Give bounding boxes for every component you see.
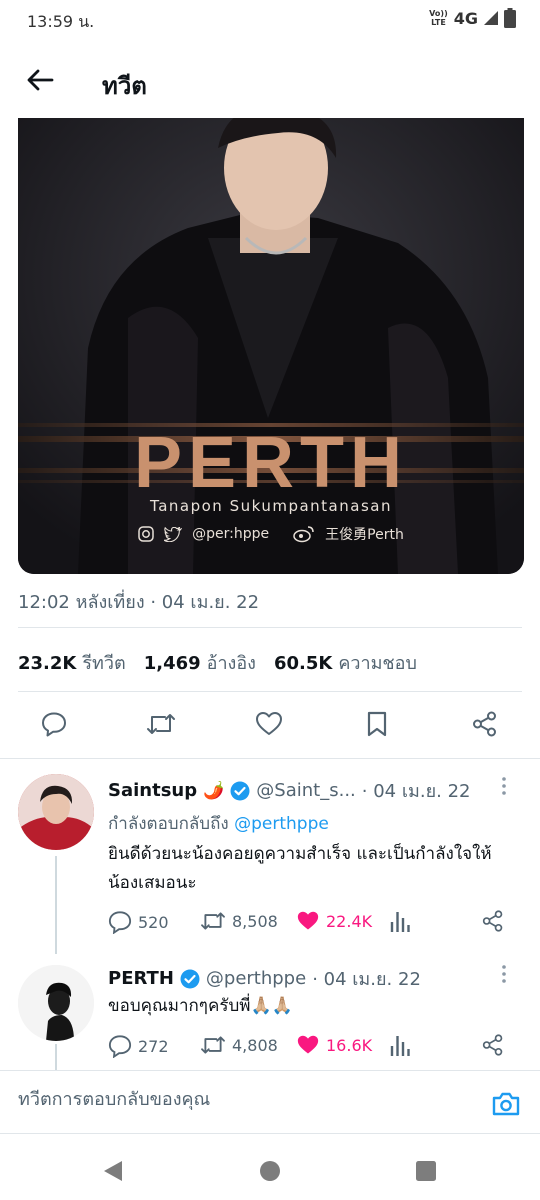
share-button[interactable] <box>482 1034 504 1056</box>
user-handle[interactable]: @perthppe <box>206 968 306 989</box>
analytics-button[interactable] <box>390 1034 410 1056</box>
triangle-back-icon <box>104 1161 122 1181</box>
arrow-left-icon <box>27 69 54 91</box>
bookmark-icon <box>367 711 387 737</box>
poster-handle: @per:hppe <box>192 526 270 542</box>
reply-text: ยินดีด้วยนะน้องคอยดูความสำเร็จ และเป็นกำ… <box>108 844 492 893</box>
camera-button[interactable] <box>489 1087 523 1121</box>
poster-title: PERTH <box>133 423 409 503</box>
signal-icon <box>484 11 498 25</box>
avatar-image <box>18 965 94 1041</box>
nav-recents-button[interactable] <box>411 1156 441 1186</box>
divider <box>18 691 522 692</box>
reply-button[interactable] <box>36 706 72 742</box>
poster-social-row: @per:hppe 王俊勇Perth <box>18 524 524 544</box>
like-count[interactable]: 60.5K ความชอบ <box>274 648 417 677</box>
heart-icon <box>256 712 282 735</box>
poster-weibo: 王俊勇Perth <box>325 527 404 543</box>
status-icons: Vo)) LTE 4G <box>429 8 516 28</box>
square-recents-icon <box>416 1161 436 1181</box>
heart-filled-icon <box>297 1035 319 1054</box>
circle-home-icon <box>260 1161 280 1181</box>
thread-line <box>55 1044 57 1070</box>
reply-count-button[interactable]: 520 <box>108 910 169 934</box>
nav-home-button[interactable] <box>255 1156 285 1186</box>
reply-input[interactable] <box>18 1089 458 1110</box>
volte-icon: Vo)) LTE <box>429 9 448 27</box>
reply-icon <box>42 712 66 737</box>
tweet-media-image[interactable]: PERTH Tanapon Sukumpantanasan @per:hppe … <box>18 118 524 574</box>
more-vertical-icon <box>502 777 506 795</box>
retweet-icon <box>147 714 175 734</box>
reply-text: ขอบคุณมากๆครับพี่🙏🏼🙏🏼 <box>108 996 293 1016</box>
like-count-button[interactable]: 16.6K <box>296 1034 372 1056</box>
instagram-icon <box>138 526 154 542</box>
camera-icon <box>492 1092 520 1116</box>
retweet-icon <box>201 1036 225 1054</box>
heart-filled-icon <box>297 911 319 930</box>
replying-to: กำลังตอบกลับถึง @perthppe <box>108 814 329 834</box>
share-button[interactable] <box>467 706 503 742</box>
more-options-button[interactable] <box>500 776 508 801</box>
divider <box>18 627 522 628</box>
reply-composer <box>0 1070 540 1134</box>
chili-emoji: 🌶️ <box>203 780 225 801</box>
display-name[interactable]: Saintsup <box>108 780 197 801</box>
retweet-count[interactable]: 23.2K รีทวีต <box>18 648 126 677</box>
quote-count[interactable]: 1,469 อ้างอิง <box>144 648 256 677</box>
share-icon <box>482 910 503 932</box>
display-name[interactable]: PERTH <box>108 968 174 989</box>
analytics-icon <box>390 1036 410 1056</box>
retweet-count-button[interactable]: 8,508 <box>200 910 278 932</box>
nav-back-button[interactable] <box>98 1156 128 1186</box>
share-icon <box>473 711 496 737</box>
back-button[interactable] <box>22 62 58 98</box>
like-count-button[interactable]: 22.4K <box>296 910 372 932</box>
retweet-count-button[interactable]: 4,808 <box>200 1034 278 1056</box>
like-button[interactable] <box>251 706 287 742</box>
tweet-timestamp: 12:02 หลังเที่ยง · 04 เม.ย. 22 <box>18 592 260 613</box>
retweet-icon <box>201 912 225 930</box>
twitter-bird-icon <box>164 526 183 542</box>
bookmark-button[interactable] <box>359 706 395 742</box>
analytics-icon <box>390 912 410 932</box>
more-vertical-icon <box>502 965 506 983</box>
avatar[interactable] <box>18 774 94 850</box>
divider <box>0 758 540 759</box>
battery-icon <box>504 8 516 28</box>
status-time: 13:59 น. <box>27 12 95 31</box>
poster-subtitle: Tanapon Sukumpantanasan <box>150 497 392 515</box>
weibo-icon <box>293 526 314 543</box>
reply-date: · 04 เม.ย. 22 <box>312 969 421 990</box>
more-options-button[interactable] <box>500 964 508 989</box>
thread-line <box>55 856 57 954</box>
network-type: 4G <box>453 8 478 28</box>
user-handle[interactable]: @Saint_s... <box>256 780 355 801</box>
retweet-button[interactable] <box>143 706 179 742</box>
reply-icon <box>108 1035 132 1058</box>
share-button[interactable] <box>482 910 504 932</box>
reply-header: PERTH @perthppe · 04 เม.ย. 22 <box>108 964 421 993</box>
system-nav-bar <box>0 1136 540 1200</box>
verified-badge-icon <box>180 969 200 988</box>
page-title: ทวีต <box>102 72 147 100</box>
status-bar: 13:59 น. Vo)) LTE 4G <box>0 0 540 40</box>
reply-count-button[interactable]: 272 <box>108 1034 169 1058</box>
analytics-button[interactable] <box>390 910 410 932</box>
avatar[interactable] <box>18 965 94 1041</box>
reply-icon <box>108 911 132 934</box>
reply-date: · 04 เม.ย. 22 <box>361 781 471 802</box>
verified-badge-icon <box>230 781 250 800</box>
reply-header: Saintsup 🌶️ @Saint_s... · 04 เม.ย. 22 <box>108 776 470 805</box>
tweet-stats: 23.2K รีทวีต 1,469 อ้างอิง 60.5K ความชอบ <box>18 648 417 677</box>
avatar-image <box>18 774 94 850</box>
mention-link[interactable]: @perthppe <box>234 814 329 834</box>
share-icon <box>482 1034 503 1056</box>
